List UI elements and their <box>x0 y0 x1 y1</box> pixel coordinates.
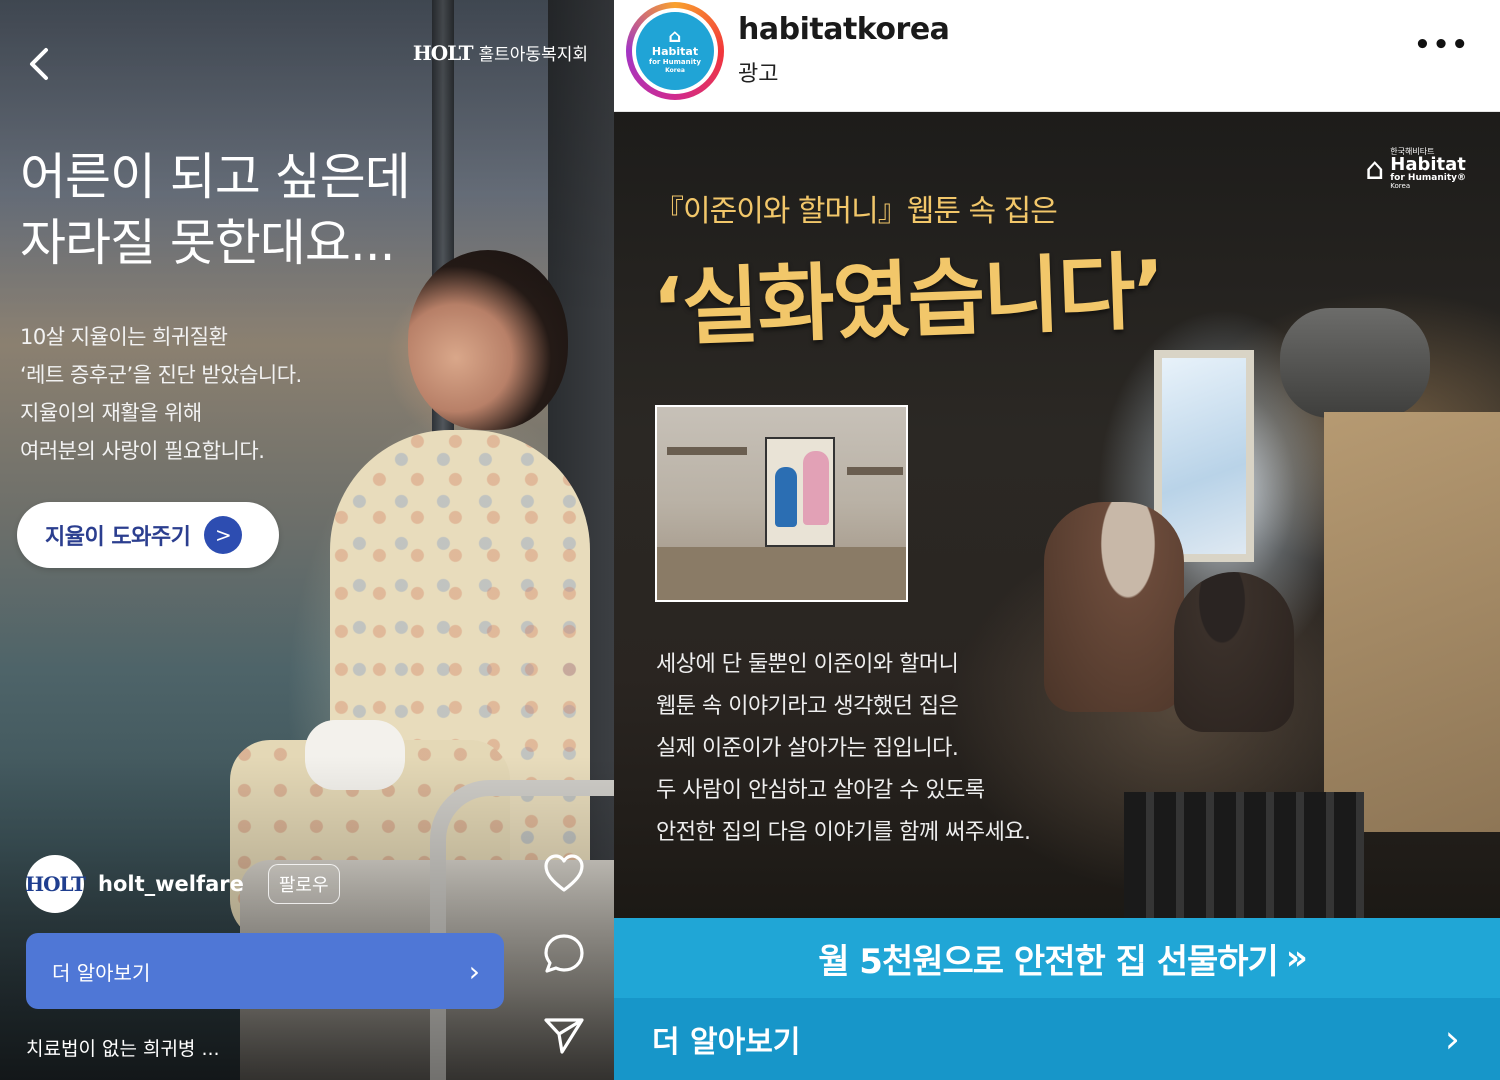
learn-more-label: 더 알아보기 <box>652 1025 801 1060</box>
headline-line: 자라질 못한대요... <box>20 214 396 272</box>
avatar-text: Korea <box>665 66 685 74</box>
body-line: 웹툰 속 이야기라고 생각했던 집은 <box>656 694 959 719</box>
comic-shelf <box>847 467 903 475</box>
chevron-left-icon <box>30 48 48 80</box>
ad-description: 10살 지율이는 희귀질환 ‘레트 증후군’을 진단 받았습니다. 지율이의 재… <box>20 318 302 470</box>
grandmother-photo <box>1044 502 1184 712</box>
logo-text: Habitat <box>1390 154 1466 175</box>
cta-label: 월 5천원으로 안전한 집 선물하기 <box>818 941 1279 982</box>
account-name[interactable]: holt_welfare <box>98 872 244 896</box>
heart-icon[interactable] <box>542 852 586 896</box>
holt-logo-mark: HOLT <box>412 40 474 65</box>
avatar[interactable]: ⌂ Habitat for Humanity Korea <box>636 12 714 90</box>
send-icon[interactable] <box>542 1012 586 1056</box>
account-row: HOLT holt_welfare 팔로우 <box>25 855 340 913</box>
headline-line: 어른이 되고 싶은데 <box>20 148 411 206</box>
help-jiyul-button[interactable]: 지율이 도와주기 > <box>17 502 279 568</box>
body-line: 안전한 집의 다음 이야기를 함께 써주세요. <box>656 820 1031 845</box>
ad-headline: 어른이 되고 싶은데 자라질 못한대요... <box>20 144 411 276</box>
ad-title: ‘실화였습니다’ <box>650 242 1166 358</box>
holt-brand-name: 홀트아동복지회 <box>478 45 588 65</box>
comic-floor <box>657 547 906 600</box>
ad-body-text: 세상에 단 둘뿐인 이준이와 할머니 웹툰 속 이야기라고 생각했던 집은 실제… <box>656 644 1031 854</box>
avatar-logo: HOLT <box>25 872 86 896</box>
plastic-crate <box>1124 792 1364 918</box>
learn-more-label: 더 알아보기 <box>52 960 151 985</box>
avatar-text: Habitat <box>651 44 699 58</box>
comment-icon[interactable] <box>542 932 586 976</box>
chevron-right-icon: › <box>1444 1017 1460 1061</box>
description-line: 10살 지율이는 희귀질환 <box>20 325 228 349</box>
habitat-house-icon: ⌂ <box>668 25 682 47</box>
follow-button[interactable]: 팔로우 <box>267 864 340 904</box>
description-line: 지율이의 재활을 위해 <box>20 401 202 425</box>
body-line: 두 사람이 안심하고 살아갈 수 있도록 <box>656 778 985 803</box>
post-caption[interactable]: 치료법이 없는 희귀병 ... <box>26 1034 220 1061</box>
arrow-right-icon: > <box>204 516 243 554</box>
post-header: ⌂ Habitat for Humanity Korea habitatkore… <box>614 0 1500 112</box>
water-tank <box>1280 308 1430 418</box>
ad-image[interactable]: ⌂ 한국해비타트 Habitat for Humanity® Korea 『이준… <box>614 112 1500 918</box>
donate-cta-banner[interactable]: 월 5천원으로 안전한 집 선물하기 » <box>614 918 1500 998</box>
more-options-icon[interactable]: ••• <box>1414 30 1470 60</box>
help-button-label: 지율이 도와주기 <box>45 525 191 550</box>
learn-more-button[interactable]: 더 알아보기 › <box>26 933 504 1009</box>
habitat-logo: ⌂ 한국해비타트 Habitat for Humanity® Korea <box>1365 148 1466 190</box>
comic-child <box>775 467 797 527</box>
comic-grandmother <box>803 451 829 525</box>
holt-brand-logo: HOLT 홀트아동복지회 <box>412 40 588 66</box>
description-line: 여러분의 사랑이 필요합니다. <box>20 439 265 463</box>
webtoon-panel <box>655 405 908 602</box>
sponsored-label: 광고 <box>738 62 779 87</box>
learn-more-button[interactable]: 더 알아보기 › <box>614 998 1500 1080</box>
account-name[interactable]: habitatkorea <box>738 12 950 47</box>
avatar[interactable]: HOLT <box>25 855 86 913</box>
double-chevron-right-icon: » <box>1285 938 1308 978</box>
comic-shelf <box>667 447 747 455</box>
habitat-feed-ad: ⌂ Habitat for Humanity Korea habitatkore… <box>614 0 1500 1080</box>
child-photo <box>1174 572 1294 732</box>
reel-actions <box>540 852 588 1056</box>
avatar-text: for Humanity <box>649 57 701 66</box>
description-line: ‘레트 증후군’을 진단 받았습니다. <box>20 363 302 387</box>
chevron-right-icon: › <box>468 954 480 988</box>
body-line: 세상에 단 둘뿐인 이준이와 할머니 <box>656 652 959 677</box>
logo-text: Korea <box>1390 182 1411 190</box>
back-button[interactable] <box>24 44 56 84</box>
plywood-wall <box>1324 412 1500 832</box>
ad-subtitle: 『이준이와 할머니』웹툰 속 집은 <box>654 194 1058 229</box>
body-line: 실제 이준이가 살아가는 집입니다. <box>656 736 959 761</box>
habitat-house-icon: ⌂ <box>1365 151 1385 187</box>
holt-story-ad: HOLT 홀트아동복지회 어른이 되고 싶은데 자라질 못한대요... 10살 … <box>0 0 614 1080</box>
